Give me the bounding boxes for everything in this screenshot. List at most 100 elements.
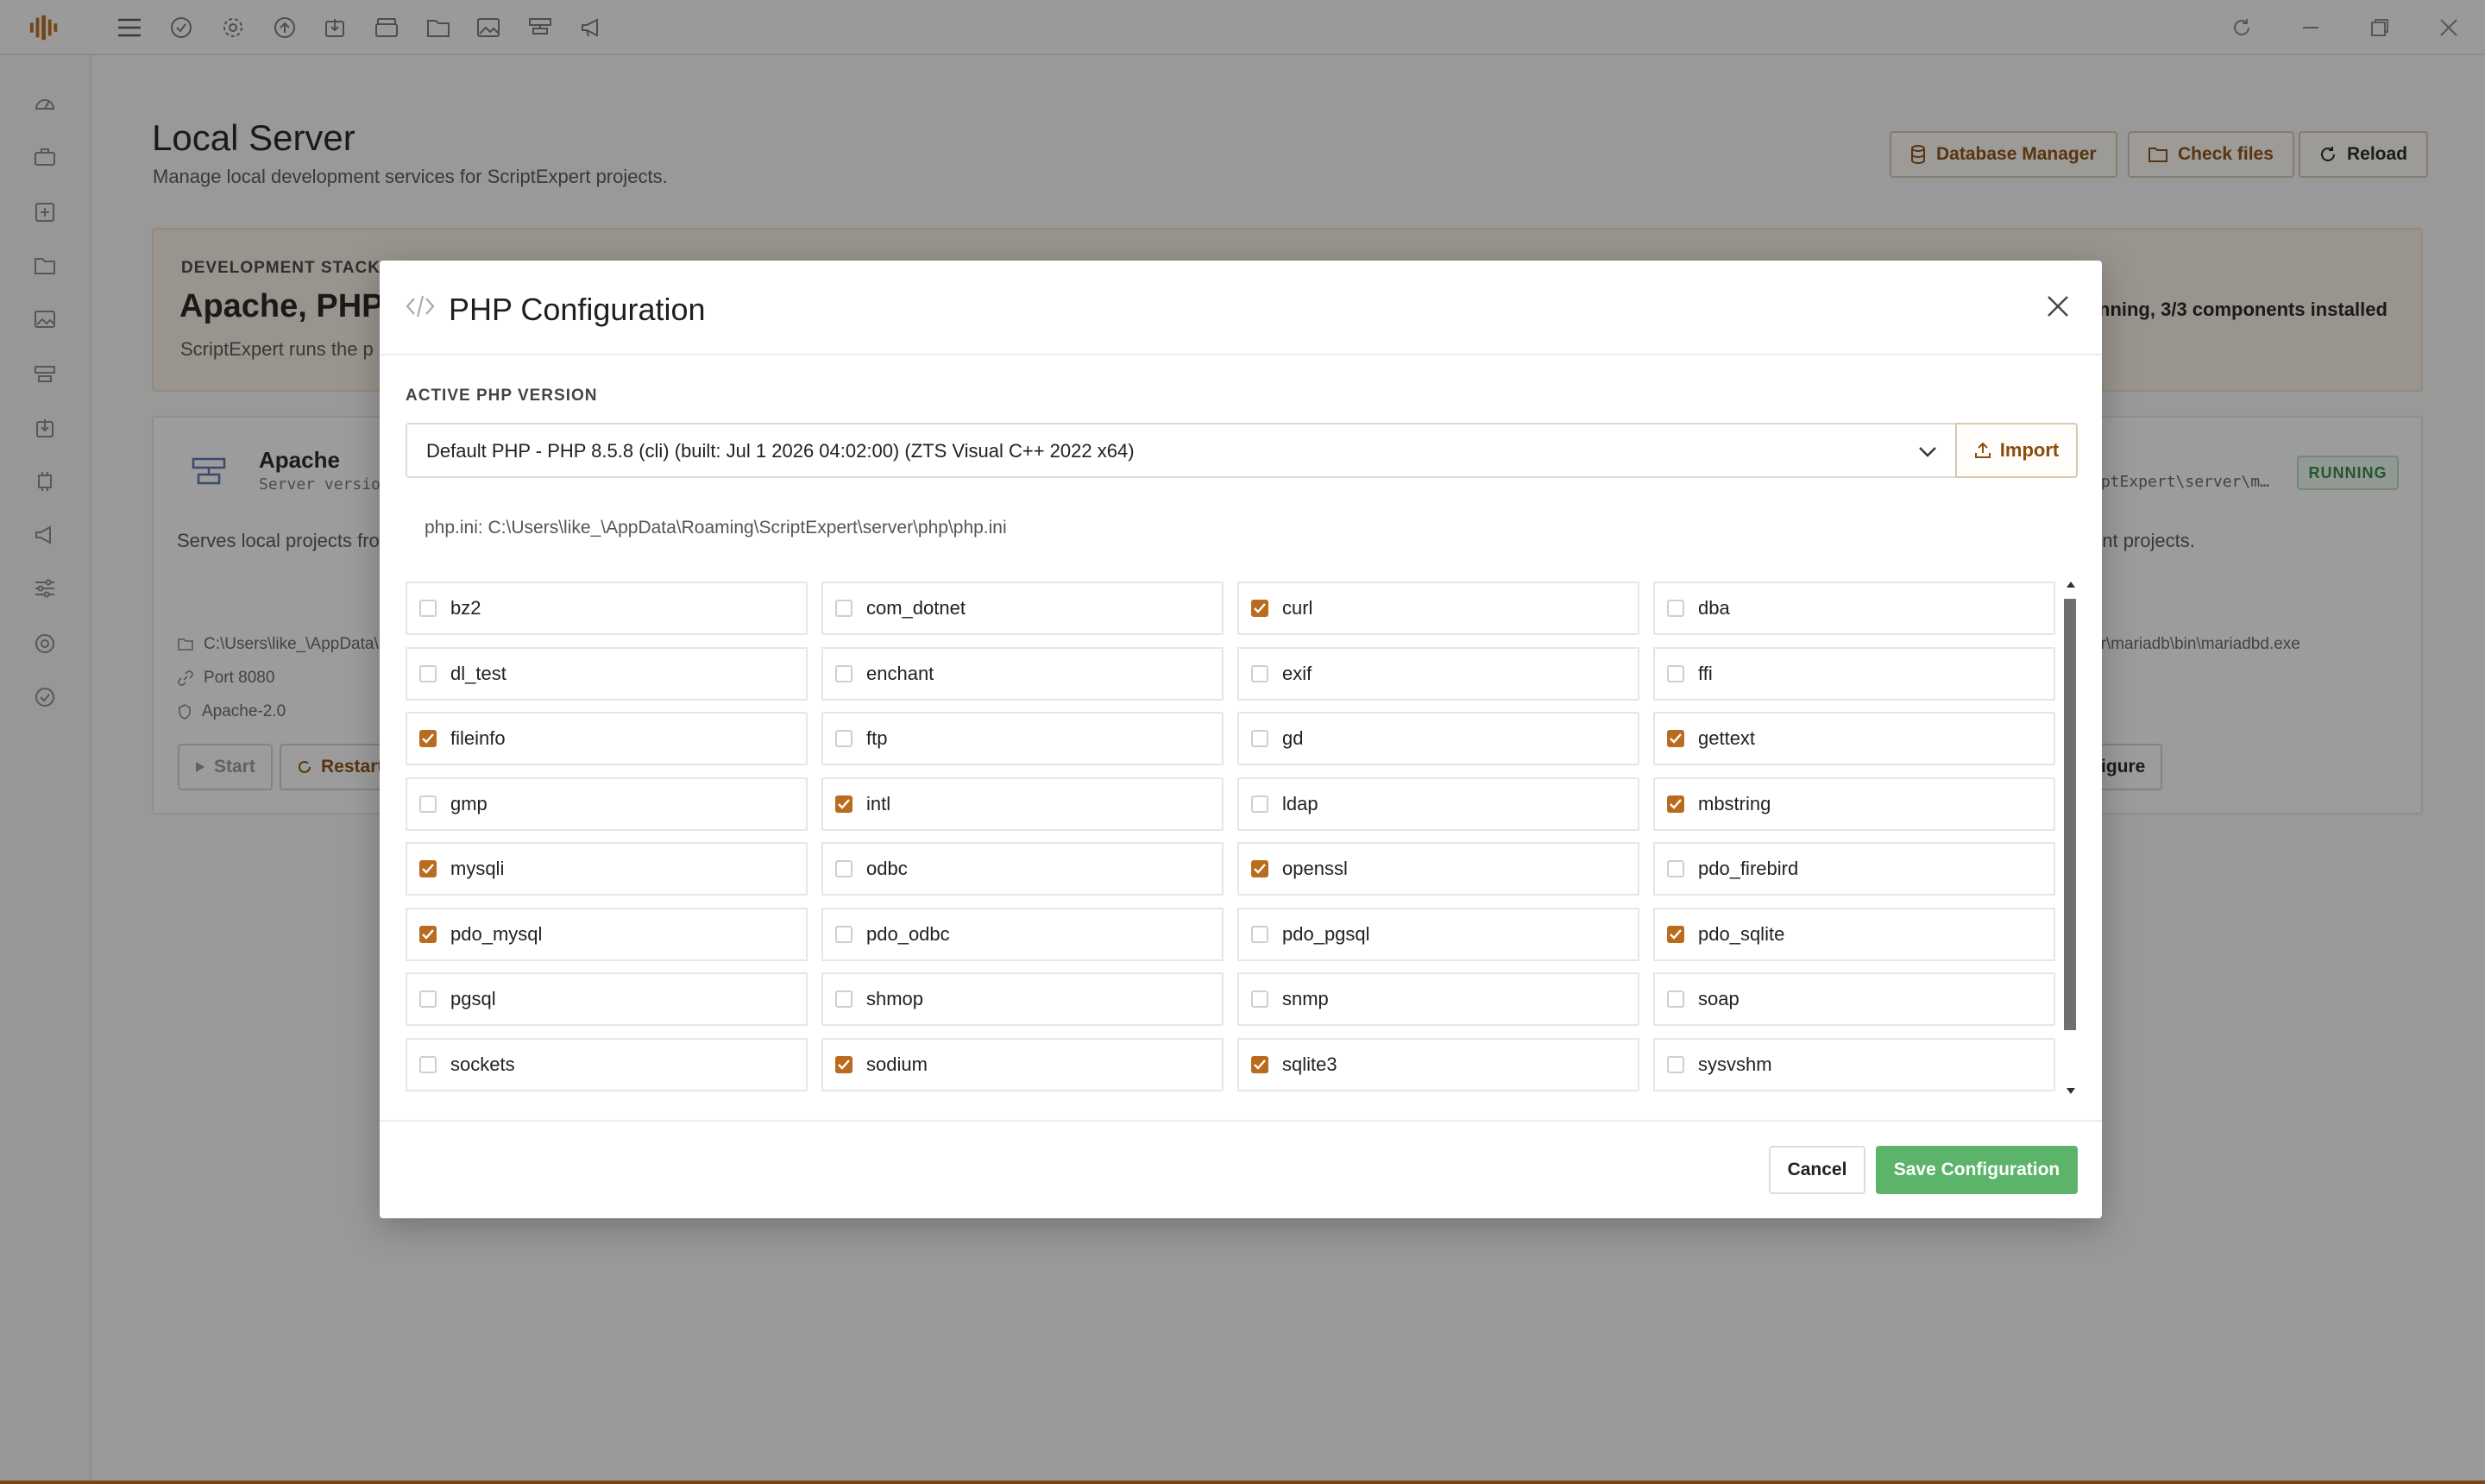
extension-item-exif[interactable]: exif: [1237, 646, 1639, 701]
extension-checkbox[interactable]: [835, 860, 852, 877]
extension-label: gd: [1282, 727, 1304, 749]
extension-label: shmop: [866, 988, 924, 1009]
extension-checkbox[interactable]: [835, 730, 852, 747]
extension-item-ldap[interactable]: ldap: [1237, 777, 1639, 831]
extension-checkbox[interactable]: [1251, 1055, 1268, 1073]
extension-label: curl: [1282, 597, 1313, 619]
import-label: Import: [1999, 439, 2060, 461]
import-button[interactable]: Import: [1955, 423, 2078, 478]
extension-checkbox[interactable]: [419, 860, 437, 877]
extension-item-ffi[interactable]: ffi: [1653, 646, 2055, 701]
extension-label: ldap: [1282, 792, 1318, 814]
extension-label: ffi: [1698, 662, 1713, 684]
extension-item-openssl[interactable]: openssl: [1237, 842, 1639, 896]
extension-label: gettext: [1698, 727, 1756, 749]
cancel-button[interactable]: Cancel: [1769, 1146, 1865, 1194]
extension-item-intl[interactable]: intl: [821, 777, 1224, 831]
extension-item-pdo-odbc[interactable]: pdo_odbc: [821, 907, 1224, 961]
extension-checkbox[interactable]: [419, 1055, 437, 1073]
extension-item-pdo-sqlite[interactable]: pdo_sqlite: [1653, 907, 2055, 961]
extension-label: pdo_firebird: [1698, 858, 1799, 879]
extension-checkbox[interactable]: [835, 925, 852, 943]
extension-item-gd[interactable]: gd: [1237, 712, 1639, 765]
extension-checkbox[interactable]: [1667, 664, 1684, 682]
extension-item-sodium[interactable]: sodium: [821, 1037, 1224, 1091]
extension-checkbox[interactable]: [835, 795, 852, 813]
php-version-label: ACTIVE PHP VERSION: [406, 387, 598, 405]
extension-checkbox[interactable]: [1667, 860, 1684, 877]
extension-checkbox[interactable]: [835, 664, 852, 682]
extension-checkbox[interactable]: [1251, 860, 1268, 877]
extension-checkbox[interactable]: [419, 990, 437, 1008]
extension-item-pdo-mysql[interactable]: pdo_mysql: [406, 907, 808, 961]
extension-checkbox[interactable]: [835, 990, 852, 1008]
extension-checkbox[interactable]: [1667, 925, 1684, 943]
extension-checkbox[interactable]: [1667, 990, 1684, 1008]
extension-item-com-dotnet[interactable]: com_dotnet: [821, 582, 1224, 635]
extension-item-shmop[interactable]: shmop: [821, 972, 1224, 1026]
extension-label: soap: [1698, 988, 1740, 1009]
extension-item-sqlite3[interactable]: sqlite3: [1237, 1037, 1639, 1091]
chevron-down-icon: [1917, 442, 1938, 461]
extension-checkbox[interactable]: [1667, 600, 1684, 617]
extension-item-soap[interactable]: soap: [1653, 972, 2055, 1026]
extension-label: snmp: [1282, 988, 1329, 1009]
extension-checkbox[interactable]: [1251, 795, 1268, 813]
extension-item-pgsql[interactable]: pgsql: [406, 972, 808, 1026]
extension-label: dba: [1698, 597, 1730, 619]
extension-item-gmp[interactable]: gmp: [406, 777, 808, 831]
extension-item-gettext[interactable]: gettext: [1653, 712, 2055, 765]
extension-label: pdo_sqlite: [1698, 922, 1785, 945]
extension-label: mysqli: [450, 858, 505, 879]
extension-item-sysvshm[interactable]: sysvshm: [1653, 1037, 2055, 1091]
extension-label: mbstring: [1698, 792, 1771, 814]
extension-item-ftp[interactable]: ftp: [821, 712, 1224, 765]
extension-checkbox[interactable]: [419, 730, 437, 747]
extension-label: enchant: [866, 662, 934, 684]
extension-item-mysqli[interactable]: mysqli: [406, 842, 808, 896]
php-version-value: Default PHP - PHP 8.5.8 (cli) (built: Ju…: [426, 440, 1135, 462]
extension-checkbox[interactable]: [419, 795, 437, 813]
extension-item-snmp[interactable]: snmp: [1237, 972, 1639, 1026]
extension-label: pgsql: [450, 988, 496, 1009]
extension-checkbox[interactable]: [1251, 730, 1268, 747]
modal-close-icon[interactable]: [2045, 293, 2076, 324]
extension-checkbox[interactable]: [1667, 730, 1684, 747]
extension-item-odbc[interactable]: odbc: [821, 842, 1224, 896]
extension-item-pdo-pgsql[interactable]: pdo_pgsql: [1237, 907, 1639, 961]
extension-checkbox[interactable]: [1251, 990, 1268, 1008]
php-version-select[interactable]: Default PHP - PHP 8.5.8 (cli) (built: Ju…: [406, 423, 1957, 478]
extension-item-mbstring[interactable]: mbstring: [1653, 777, 2055, 831]
extension-item-dba[interactable]: dba: [1653, 582, 2055, 635]
extension-label: pdo_odbc: [866, 922, 950, 945]
extension-checkbox[interactable]: [835, 600, 852, 617]
extension-label: com_dotnet: [866, 597, 966, 619]
modal-title: PHP Configuration: [449, 292, 706, 327]
extension-item-fileinfo[interactable]: fileinfo: [406, 712, 808, 765]
extension-checkbox[interactable]: [1251, 600, 1268, 617]
extension-checkbox[interactable]: [835, 1055, 852, 1073]
extension-checkbox[interactable]: [419, 600, 437, 617]
extension-item-curl[interactable]: curl: [1237, 582, 1639, 635]
extension-label: sqlite3: [1282, 1053, 1337, 1075]
extension-checkbox[interactable]: [1251, 925, 1268, 943]
scrollbar-thumb[interactable]: [2064, 599, 2076, 1030]
extension-label: gmp: [450, 792, 488, 814]
extension-label: exif: [1282, 662, 1312, 684]
extension-label: sodium: [866, 1053, 928, 1075]
extension-item-enchant[interactable]: enchant: [821, 646, 1224, 701]
extension-item-sockets[interactable]: sockets: [406, 1037, 808, 1091]
extension-item-pdo-firebird[interactable]: pdo_firebird: [1653, 842, 2055, 896]
extension-label: sysvshm: [1698, 1053, 1772, 1075]
extension-checkbox[interactable]: [1667, 1055, 1684, 1073]
extension-checkbox[interactable]: [1667, 795, 1684, 813]
extension-grid: bz2 com_dotnet curl dba dl_test enchant exif ff…: [406, 582, 2069, 1096]
extension-item-bz2[interactable]: bz2: [406, 582, 808, 635]
extension-checkbox[interactable]: [419, 664, 437, 682]
extension-item-dl-test[interactable]: dl_test: [406, 646, 808, 701]
extension-label: pdo_pgsql: [1282, 922, 1370, 945]
extension-checkbox[interactable]: [1251, 664, 1268, 682]
extension-checkbox[interactable]: [419, 925, 437, 943]
extension-label: ftp: [866, 727, 888, 749]
save-configuration-button[interactable]: Save Configuration: [1876, 1146, 2078, 1194]
